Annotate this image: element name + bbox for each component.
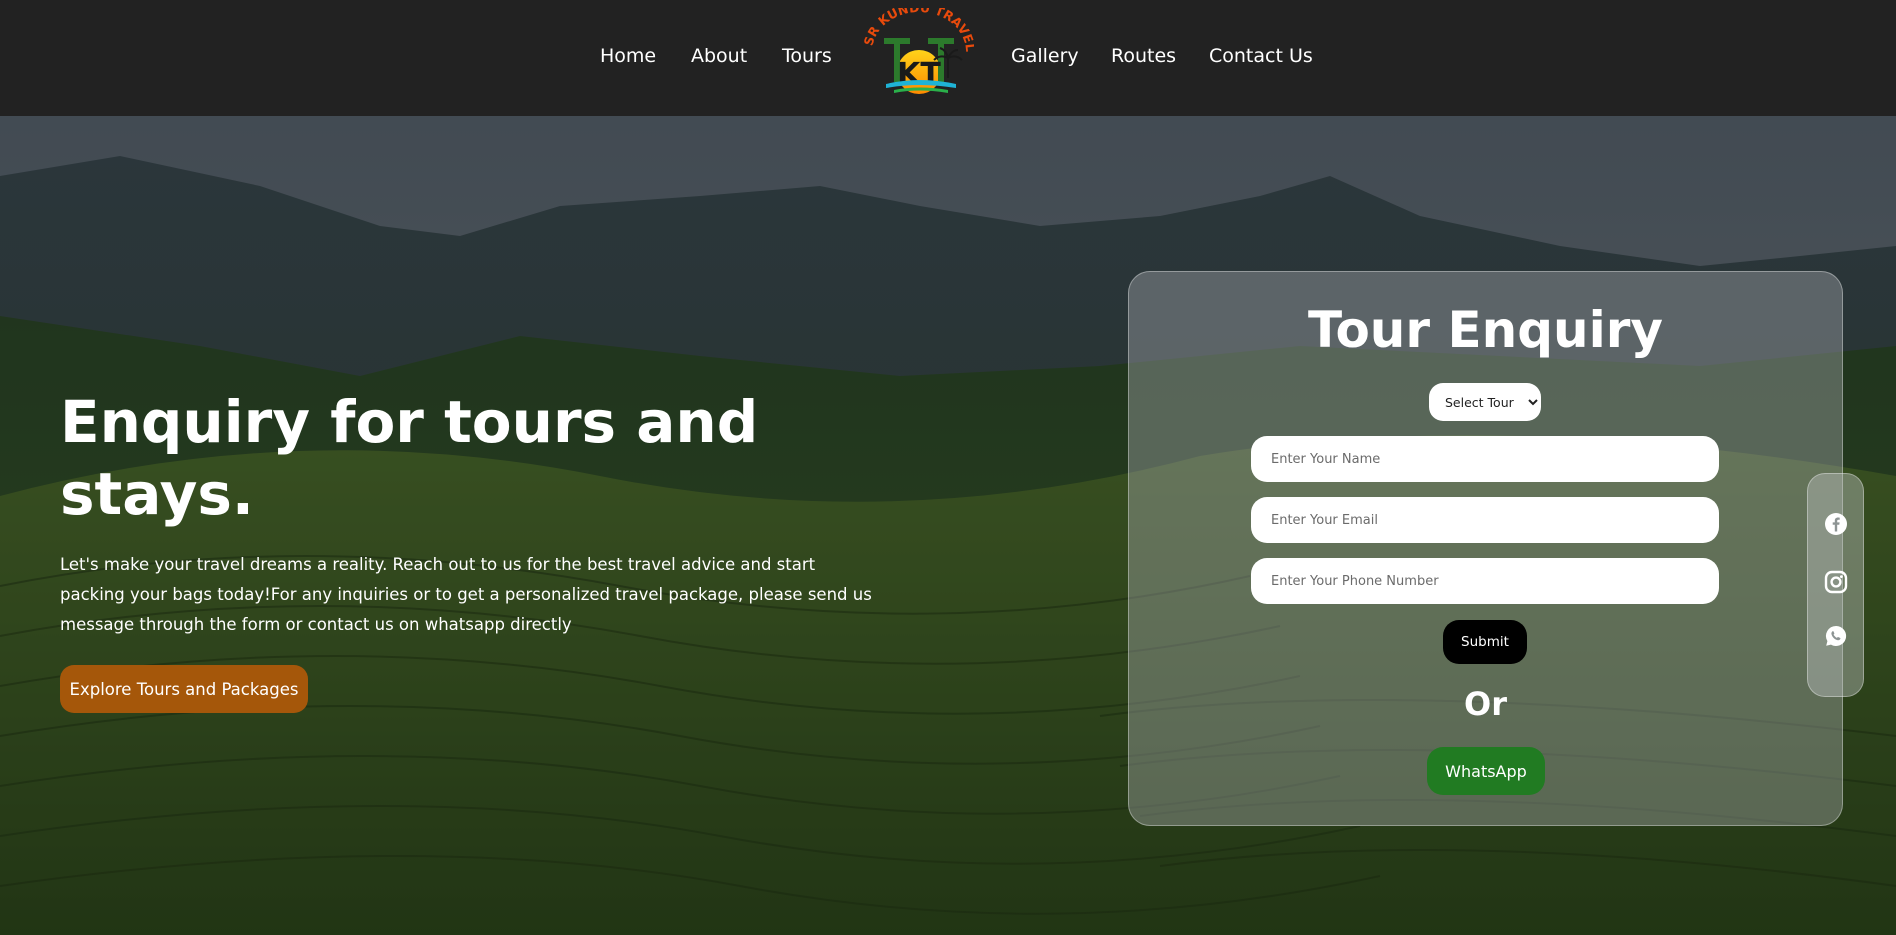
phone-field[interactable] [1251, 558, 1719, 604]
nav-tours-link[interactable]: Tours [782, 44, 832, 68]
facebook-icon[interactable] [1824, 512, 1848, 536]
enquiry-title: Tour Enquiry [1307, 301, 1663, 359]
hero-section: Enquiry for tours and stays. Let's make … [0, 116, 1896, 935]
submit-button[interactable]: Submit [1443, 620, 1527, 664]
name-field[interactable] [1251, 436, 1719, 482]
hero-title: Enquiry for tours and stays. [60, 388, 759, 528]
email-field[interactable] [1251, 497, 1719, 543]
nav-routes-link[interactable]: Routes [1111, 44, 1176, 68]
nav-home-link[interactable]: Home [600, 44, 656, 68]
tour-enquiry-card: Tour Enquiry Select Tour Submit Or Whats… [1128, 271, 1843, 826]
whatsapp-icon[interactable] [1824, 624, 1848, 648]
nav-about-link[interactable]: About [691, 44, 747, 68]
svg-text:SR KUNDU TRAVEL: SR KUNDU TRAVEL [864, 8, 974, 52]
nav-gallery-link[interactable]: Gallery [1011, 44, 1079, 68]
tour-select[interactable]: Select Tour [1429, 383, 1541, 421]
nav-contact-link[interactable]: Contact Us [1209, 44, 1313, 68]
instagram-icon[interactable] [1824, 570, 1848, 594]
hero-description: Let's make your travel dreams a reality.… [60, 555, 872, 634]
explore-tours-button[interactable]: Explore Tours and Packages [60, 665, 308, 713]
site-logo[interactable]: SR KUNDU TRAVEL KT [861, 0, 978, 104]
top-navbar: Home About Tours SR KUNDU TRAVEL KT [0, 0, 1896, 116]
or-divider: Or [1464, 685, 1507, 723]
svg-text:KT: KT [897, 57, 941, 92]
whatsapp-button[interactable]: WhatsApp [1427, 747, 1545, 795]
social-sidebar [1807, 473, 1864, 697]
